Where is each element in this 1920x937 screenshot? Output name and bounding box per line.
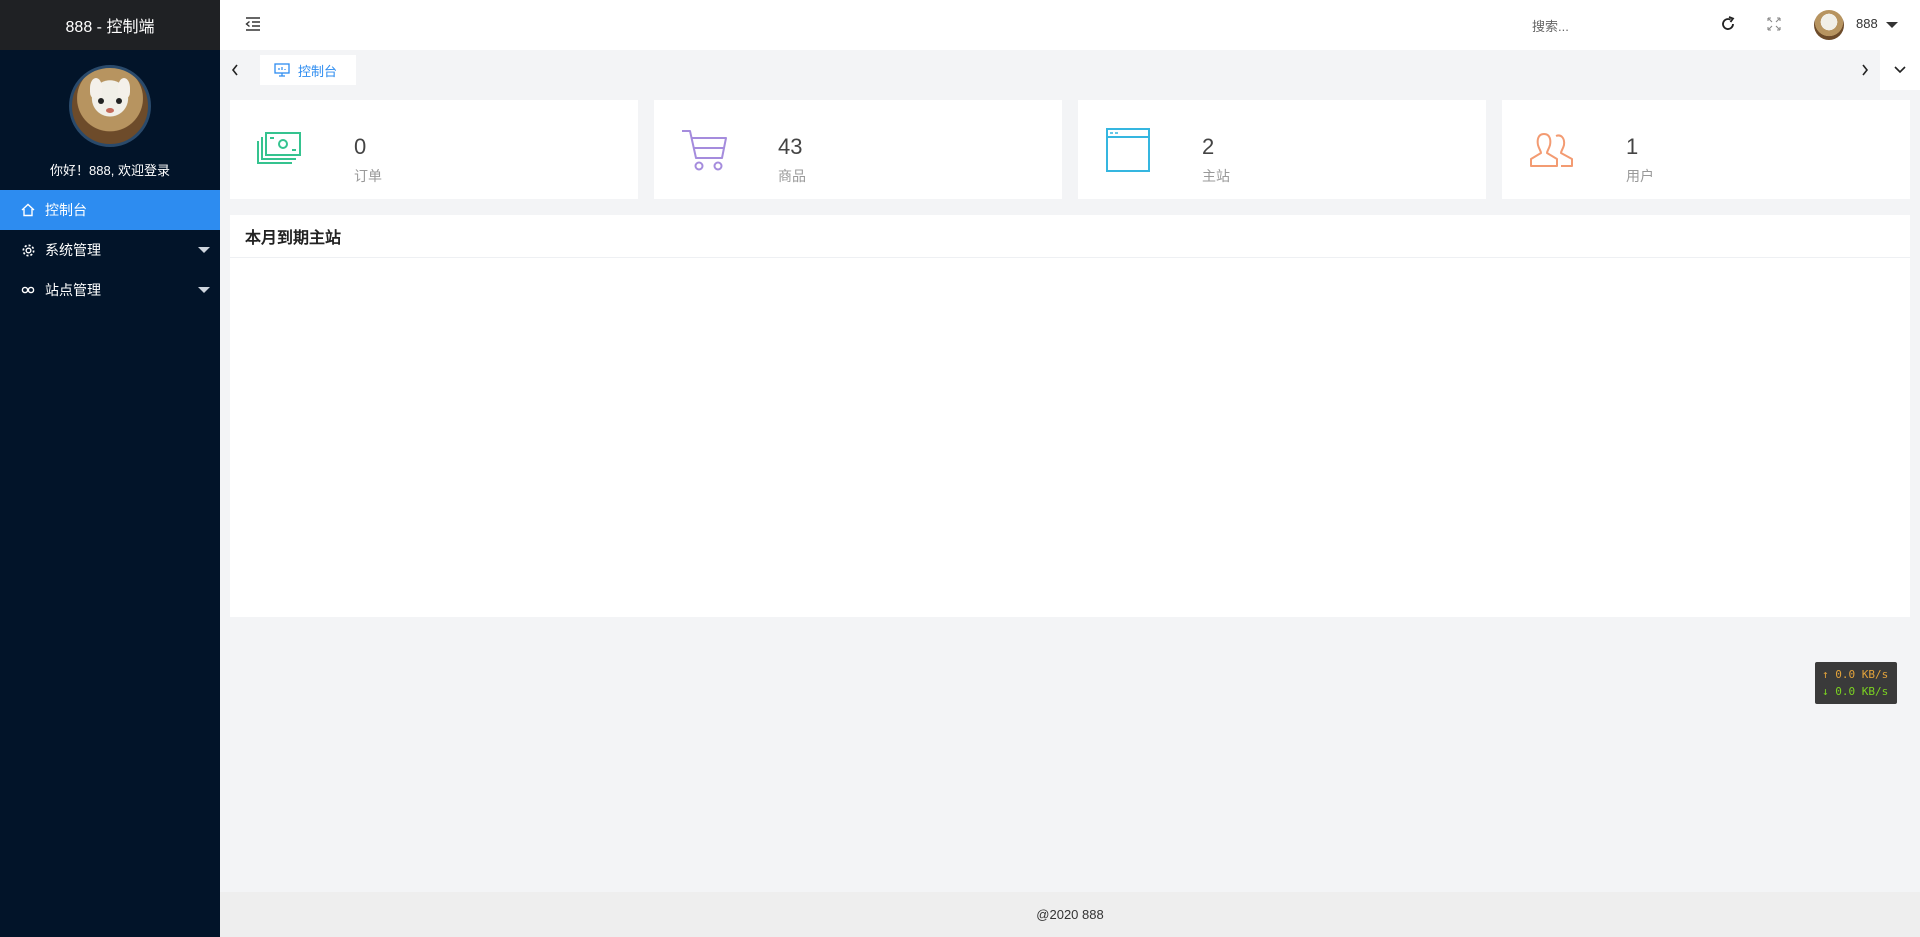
tab-options-button[interactable] xyxy=(1880,50,1920,90)
footer-text: @2020 888 xyxy=(1036,907,1104,922)
user-avatar[interactable] xyxy=(1814,10,1844,40)
tab-label: 控制台 xyxy=(298,63,338,79)
panel-body xyxy=(230,258,1910,618)
welcome-text: 你好！888, 欢迎登录 xyxy=(50,163,170,178)
network-speed-widget: ↑ 0.0 KB/s ↓ 0.0 KB/s xyxy=(1815,662,1897,704)
sidebar-item-label: 控制台 xyxy=(45,202,87,218)
tab-dashboard[interactable]: 控制台 xyxy=(260,55,356,85)
stat-card-products: 43 商品 xyxy=(654,100,1062,199)
main-content: 0 订单 43 商品 2 主站 1 用户 本月到期主站 ↑ 0.0 KB/s ↓… xyxy=(220,90,1920,892)
footer: @2020 888 xyxy=(220,892,1920,937)
brand-title: 888 - 控制端 xyxy=(0,0,220,50)
chevron-down-icon xyxy=(198,247,210,253)
stat-card-orders: 0 订单 xyxy=(230,100,638,199)
stat-card-main-sites: 2 主站 xyxy=(1078,100,1486,199)
fullscreen-icon[interactable] xyxy=(1766,15,1782,38)
chevron-down-icon[interactable] xyxy=(1886,22,1898,28)
refresh-icon[interactable] xyxy=(1720,15,1736,38)
sidebar-item-dashboard[interactable]: 控制台 xyxy=(0,190,220,230)
search-input[interactable] xyxy=(1530,10,1714,42)
top-bar: 888 xyxy=(220,0,1920,50)
tabs-bar: 控制台 xyxy=(220,50,1920,90)
sidebar-item-label: 站点管理 xyxy=(45,282,101,298)
infinity-icon xyxy=(20,282,36,298)
gear-icon xyxy=(20,242,36,258)
expiring-sites-panel: 本月到期主站 xyxy=(230,215,1910,617)
users-icon xyxy=(1527,125,1577,175)
sidebar: 888 - 控制端 你好！888, 欢迎登录 控制台 系统管理 站点管理 xyxy=(0,0,220,937)
sidebar-item-label: 系统管理 xyxy=(45,242,101,258)
browser-window-icon xyxy=(1103,125,1153,175)
tab-scroll-right-button[interactable] xyxy=(1850,50,1880,90)
upload-speed: ↑ 0.0 KB/s xyxy=(1822,668,1889,681)
username[interactable]: 888 xyxy=(1856,16,1878,31)
stat-label: 主站 xyxy=(1202,168,1230,184)
stat-label: 订单 xyxy=(354,168,382,184)
chevron-down-icon xyxy=(198,287,210,293)
home-icon xyxy=(20,202,36,218)
profile-section: 你好！888, 欢迎登录 xyxy=(0,50,220,190)
stat-value: 0 xyxy=(354,134,367,159)
sidebar-item-site-management[interactable]: 站点管理 xyxy=(0,270,220,310)
stat-value: 1 xyxy=(1626,134,1639,159)
stat-value: 43 xyxy=(778,134,803,159)
tab-scroll-left-button[interactable] xyxy=(220,50,250,90)
stat-value: 2 xyxy=(1202,134,1215,159)
avatar xyxy=(69,65,151,147)
panel-title: 本月到期主站 xyxy=(230,215,1910,258)
download-speed: ↓ 0.0 KB/s xyxy=(1822,685,1889,698)
menu-toggle-icon[interactable] xyxy=(244,16,262,37)
money-icon xyxy=(255,125,305,175)
cart-icon xyxy=(679,125,729,175)
monitor-icon xyxy=(274,63,290,77)
sidebar-item-system-management[interactable]: 系统管理 xyxy=(0,230,220,270)
stat-card-users: 1 用户 xyxy=(1502,100,1910,199)
stat-label: 商品 xyxy=(778,168,806,184)
stat-label: 用户 xyxy=(1626,168,1654,184)
